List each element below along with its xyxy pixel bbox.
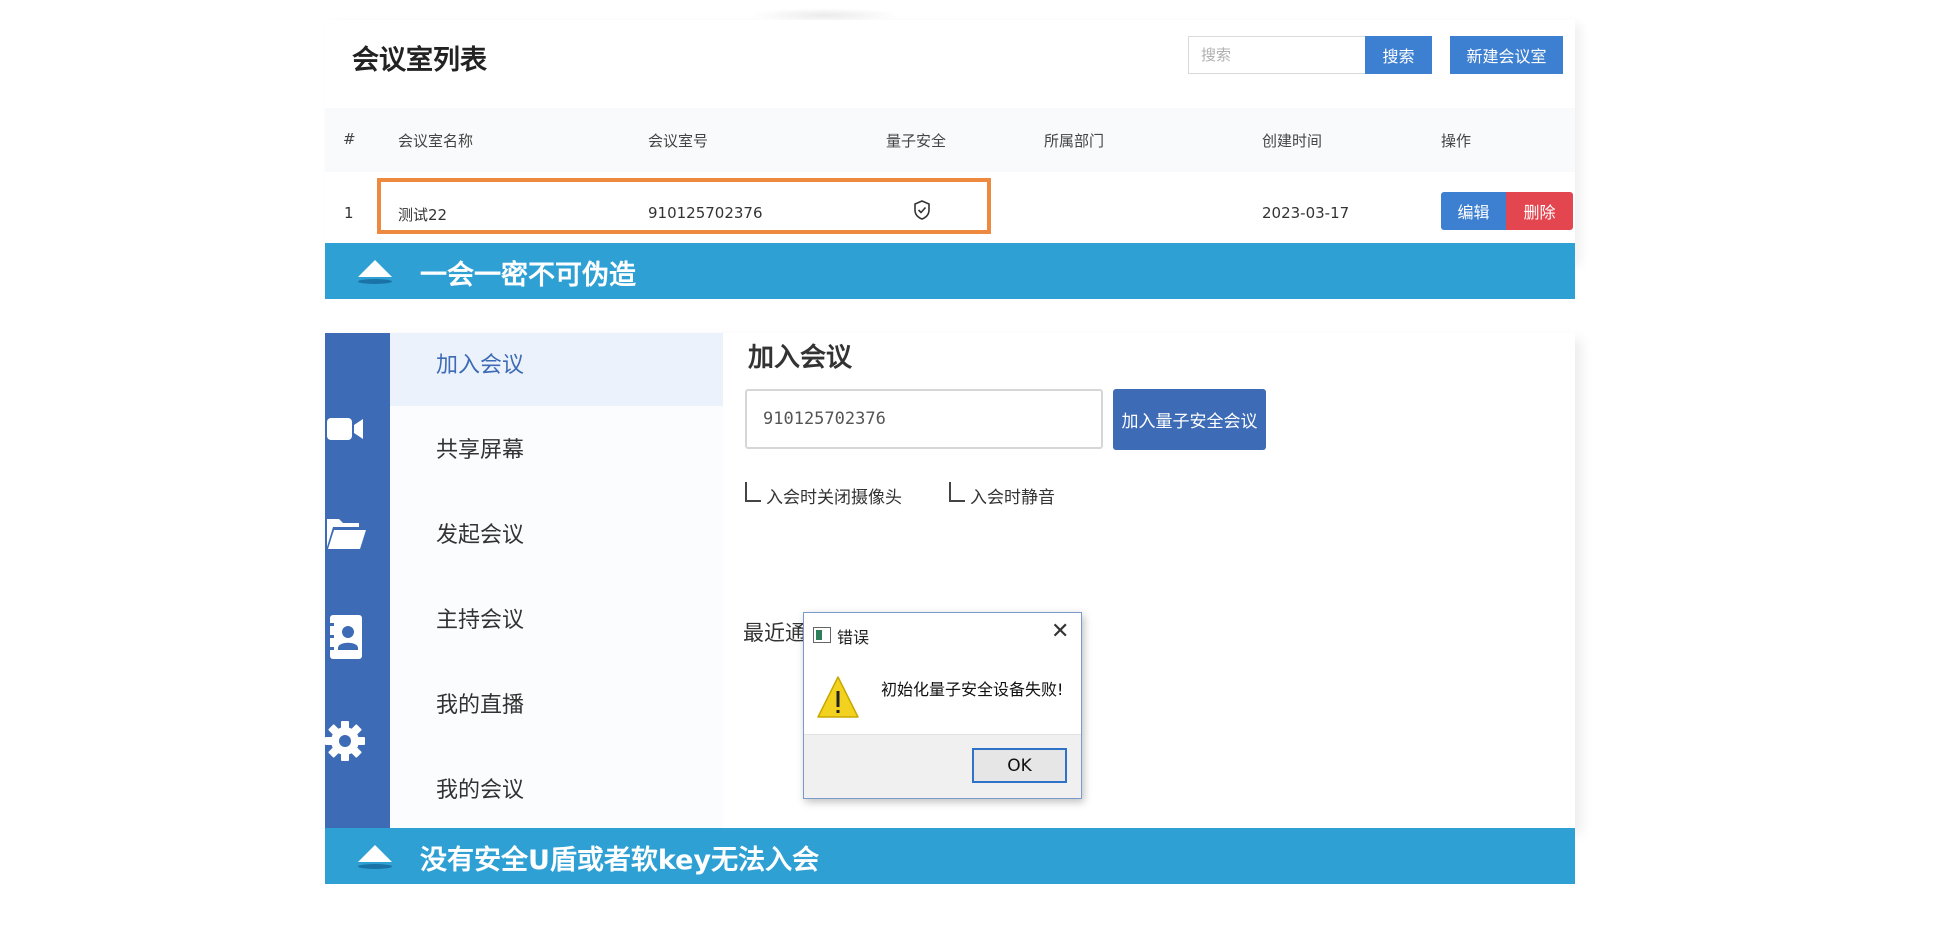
- menu-item-join-meeting[interactable]: 加入会议: [390, 333, 723, 406]
- highlight-box: [377, 178, 991, 234]
- dialog-message: 初始化量子安全设备失败!: [881, 680, 1064, 699]
- room-number-input[interactable]: [745, 389, 1103, 449]
- delete-button[interactable]: 删除: [1506, 192, 1573, 230]
- dialog-footer: OK: [804, 734, 1081, 798]
- page-title: 会议室列表: [352, 45, 487, 76]
- mute-label: 入会时静音: [970, 488, 1055, 508]
- row-index: 1: [344, 204, 354, 222]
- menu-item-my-meetings[interactable]: 我的会议: [390, 758, 723, 831]
- search-input[interactable]: [1188, 36, 1365, 74]
- ok-button[interactable]: OK: [972, 748, 1067, 783]
- column-header-name: 会议室名称: [398, 132, 474, 150]
- icon-rail: [325, 333, 390, 828]
- join-quantum-meeting-button[interactable]: 加入量子安全会议: [1113, 389, 1266, 450]
- menu-item-start-meeting[interactable]: 发起会议: [390, 503, 723, 576]
- edit-button[interactable]: 编辑: [1441, 192, 1506, 230]
- camera-off-checkbox[interactable]: [745, 482, 761, 502]
- mute-checkbox[interactable]: [949, 482, 965, 502]
- caption-arrow-shadow: [358, 864, 392, 869]
- app-icon: [813, 627, 831, 643]
- menu-item-host-meeting[interactable]: 主持会议: [390, 588, 723, 661]
- folder-icon[interactable]: [325, 511, 367, 555]
- room-list-panel: 会议室列表 搜索 新建会议室 # 会议室名称 会议室号 量子安全 所属部门 创建…: [325, 20, 1575, 262]
- triangle-up-icon: [358, 260, 392, 277]
- warning-icon: [817, 676, 859, 718]
- table-header: # 会议室名称 会议室号 量子安全 所属部门 创建时间 操作: [325, 108, 1575, 172]
- side-menu: 加入会议 共享屏幕 发起会议 主持会议 我的直播 我的会议: [390, 333, 723, 828]
- recent-calls-label: 最近通: [743, 621, 806, 645]
- menu-item-my-live[interactable]: 我的直播: [390, 673, 723, 746]
- contacts-icon[interactable]: [325, 613, 367, 661]
- menu-item-share-screen[interactable]: 共享屏幕: [390, 418, 723, 491]
- dialog-title: 错误: [837, 628, 870, 647]
- camera-off-label: 入会时关闭摄像头: [766, 488, 902, 508]
- column-header-quantum: 量子安全: [886, 132, 947, 150]
- search-button[interactable]: 搜索: [1365, 36, 1432, 74]
- column-header-number: 会议室号: [648, 132, 709, 150]
- column-header-department: 所属部门: [1044, 132, 1105, 150]
- column-header-index: #: [343, 130, 356, 148]
- gear-icon[interactable]: [325, 718, 367, 764]
- caption-arrow-shadow: [358, 279, 392, 284]
- column-header-actions: 操作: [1441, 132, 1472, 150]
- caption-text: 一会一密不可伪造: [420, 260, 636, 291]
- column-header-created: 创建时间: [1262, 132, 1323, 150]
- caption-bar-first: 一会一密不可伪造: [325, 243, 1575, 299]
- caption-text: 没有安全U盾或者软key无法入会: [420, 845, 820, 876]
- close-icon[interactable]: ✕: [1051, 621, 1069, 643]
- caption-bar-second: 没有安全U盾或者软key无法入会: [325, 828, 1575, 884]
- triangle-up-icon: [358, 845, 392, 862]
- room-created: 2023-03-17: [1262, 204, 1350, 222]
- video-camera-icon[interactable]: [325, 409, 367, 449]
- section-title: 加入会议: [748, 343, 853, 373]
- error-dialog: 错误 ✕ 初始化量子安全设备失败! OK: [803, 612, 1082, 799]
- new-room-button[interactable]: 新建会议室: [1450, 36, 1563, 74]
